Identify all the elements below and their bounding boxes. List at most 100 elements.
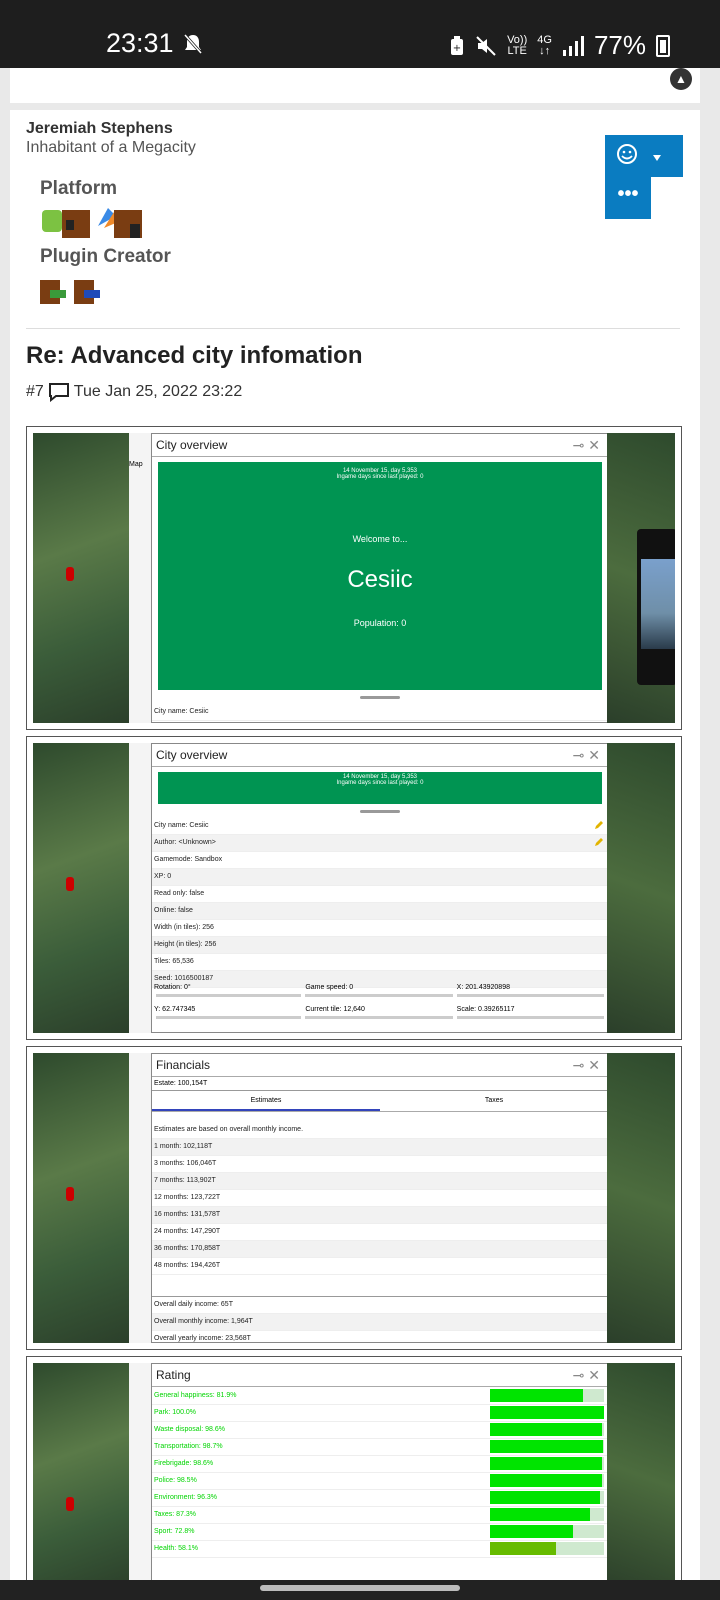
- rating-label: Park: 100.0%: [154, 1409, 197, 1416]
- rating-bar-fill: [490, 1389, 584, 1402]
- previous-post-footer: ▲: [10, 68, 700, 103]
- rating-bar: [490, 1542, 604, 1555]
- game-toolbar: [129, 1053, 153, 1343]
- tab-bar: Estimates Taxes: [152, 1091, 608, 1112]
- rating-row: Transportation: 98.7%: [152, 1439, 608, 1456]
- rating-bar-fill: [490, 1491, 600, 1504]
- estimate-row: 1 month: 102,118T: [152, 1139, 608, 1156]
- rating-bar: [490, 1525, 604, 1538]
- status-bar: 23:31 + Vo)) LTE 4G ↓↑ 77%: [0, 0, 720, 68]
- drag-handle[interactable]: [152, 692, 608, 703]
- welcome-panel: 14 November 15, day 5,353 Ingame days si…: [156, 770, 604, 806]
- info-row: Online: false: [152, 903, 608, 920]
- rating-label: Sport: 72.8%: [154, 1528, 195, 1535]
- speech-bubble-icon[interactable]: [48, 382, 70, 402]
- rating-row: Firebrigade: 98.6%: [152, 1456, 608, 1473]
- city-name-row[interactable]: City name: Cesiic: [152, 704, 608, 721]
- game-toolbar: Map: [129, 433, 153, 723]
- info-row: Height (in tiles): 256: [152, 937, 608, 954]
- window-controls-icon: ⊸ ✕: [572, 1057, 600, 1073]
- view-controls: Rotation: 0° Game speed: 0 X: 201.439208…: [152, 984, 608, 997]
- window-controls-icon: ⊸ ✕: [572, 747, 600, 763]
- smiley-icon: [617, 144, 661, 164]
- rating-label: Health: 58.1%: [154, 1545, 198, 1552]
- estimate-row: 24 months: 147,290T: [152, 1224, 608, 1241]
- info-row[interactable]: Author: <Unknown>: [152, 835, 608, 852]
- rating-bar: [490, 1457, 604, 1470]
- drag-handle[interactable]: [152, 806, 608, 817]
- city-overview-window: City overview ⊸ ✕ 14 November 15, day 5,3…: [151, 433, 609, 723]
- welcome-panel: 14 November 15, day 5,353 Ingame days si…: [156, 460, 604, 692]
- rating-bar-fill: [490, 1440, 603, 1453]
- tab-taxes[interactable]: Taxes: [380, 1091, 608, 1111]
- scroll-top-icon[interactable]: ▲: [670, 68, 692, 90]
- map-background: [33, 1363, 129, 1580]
- map-background-right: [607, 743, 675, 1033]
- rating-bar: [490, 1440, 604, 1453]
- window-controls-icon: ⊸ ✕: [572, 1367, 600, 1383]
- pencil-icon: [595, 821, 603, 829]
- author-rank: Inhabitant of a Megacity: [26, 139, 196, 156]
- attached-image-3[interactable]: Financials ⊸ ✕ Estate: 100,154T Estimates…: [26, 1046, 682, 1350]
- map-background: [33, 1053, 129, 1343]
- bell-muted-icon: [183, 34, 203, 54]
- battery-saver-icon: +: [451, 35, 464, 55]
- rating-bar-fill: [490, 1525, 573, 1538]
- estimate-row: 7 months: 113,902T: [152, 1173, 608, 1190]
- post-divider: [26, 328, 680, 329]
- info-row: Read only: false: [152, 886, 608, 903]
- tab-estimates[interactable]: Estimates: [152, 1091, 380, 1111]
- author-name[interactable]: Jeremiah Stephens: [26, 120, 173, 138]
- income-rows: Overall daily income: 65T Overall monthly…: [152, 1296, 608, 1343]
- welcome-text: Welcome to...: [352, 534, 408, 544]
- rating-bar-fill: [490, 1542, 557, 1555]
- estimate-row: 36 months: 170,858T: [152, 1241, 608, 1258]
- population-text: Population: 0: [353, 618, 407, 628]
- pencil-icon: [595, 838, 603, 846]
- rating-row: Taxes: 87.3%: [152, 1507, 608, 1524]
- view-controls-2: Y: 62.747345 Current tile: 12,640 Scale:…: [152, 1006, 608, 1019]
- estimate-description: Estimates are based on overall monthly i…: [152, 1122, 608, 1139]
- rating-bar: [490, 1474, 604, 1487]
- rating-row: General happiness: 81.9%: [152, 1388, 608, 1405]
- rating-row: Sport: 72.8%: [152, 1524, 608, 1541]
- estimate-row: 48 months: 194,426T: [152, 1258, 608, 1275]
- rating-window: Rating ⊸ ✕ General happiness: 81.9% Park: …: [151, 1363, 609, 1580]
- rating-label: General happiness: 81.9%: [154, 1392, 237, 1399]
- rating-bar-fill: [490, 1423, 603, 1436]
- info-row[interactable]: City name: Cesiic: [152, 818, 608, 835]
- attached-image-1[interactable]: Map City overview ⊸ ✕ 14 November 15, day…: [26, 426, 682, 730]
- rating-row: Park: 100.0%: [152, 1405, 608, 1422]
- estimate-row: 12 months: 123,722T: [152, 1190, 608, 1207]
- more-options-button[interactable]: •••: [605, 177, 651, 219]
- rating-rows: General happiness: 81.9% Park: 100.0% Wast…: [152, 1388, 608, 1558]
- city-title: Cesiic: [347, 566, 413, 593]
- attached-image-2[interactable]: City overview ⊸ ✕ 14 November 15, day 5,3…: [26, 736, 682, 1040]
- ios-badge-icon: [98, 208, 142, 238]
- rating-bar: [490, 1389, 604, 1402]
- map-background: [33, 743, 129, 1033]
- rating-label: Environment: 96.3%: [154, 1494, 218, 1501]
- svg-text:+: +: [453, 43, 461, 54]
- rating-row: Waste disposal: 98.6%: [152, 1422, 608, 1439]
- post-title[interactable]: Re: Advanced city infomation: [26, 342, 363, 370]
- plugin-badge-icon: [40, 280, 66, 304]
- post-meta: #7 Tue Jan 25, 2022 23:22: [26, 382, 242, 402]
- clock: 23:31: [106, 28, 174, 58]
- rating-bar: [490, 1491, 604, 1504]
- window-title: City overview: [156, 748, 228, 762]
- map-background-right: [607, 1053, 675, 1343]
- rating-label: Transportation: 98.7%: [154, 1443, 223, 1450]
- game-toolbar: [129, 1363, 153, 1580]
- estate-value: Estate: 100,154T: [152, 1077, 608, 1091]
- post-number[interactable]: #7: [26, 383, 44, 401]
- attached-image-4[interactable]: Rating ⊸ ✕ General happiness: 81.9% Park: …: [26, 1356, 682, 1580]
- reaction-button[interactable]: [605, 135, 683, 177]
- window-title: Rating: [156, 1368, 191, 1382]
- window-title: Financials: [156, 1058, 211, 1072]
- window-controls-icon: ⊸ ✕: [572, 437, 600, 453]
- info-row: Tiles: 65,536: [152, 954, 608, 971]
- gesture-handle[interactable]: [260, 1585, 460, 1591]
- battery-percent: 77%: [593, 30, 646, 60]
- rating-bar-fill: [490, 1474, 603, 1487]
